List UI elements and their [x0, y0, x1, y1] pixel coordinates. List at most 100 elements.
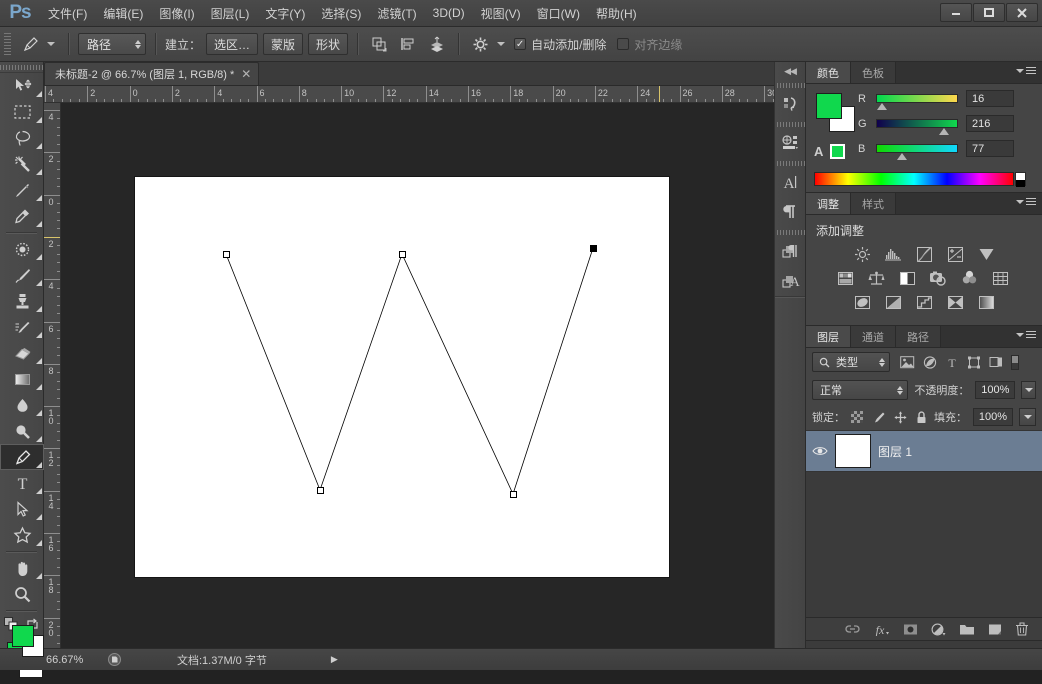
tool-flyout-triangle-icon[interactable]: [36, 91, 42, 97]
tool-flyout-triangle-icon[interactable]: [36, 410, 42, 416]
vertical-ruler[interactable]: 42024681012141618202224: [44, 103, 61, 648]
tool-flyout-triangle-icon[interactable]: [36, 540, 42, 546]
close-button[interactable]: [1006, 3, 1038, 22]
clone-stamp-tool[interactable]: [0, 288, 44, 314]
eyedropper-tool[interactable]: [0, 203, 44, 229]
tool-flyout-triangle-icon[interactable]: [36, 462, 42, 468]
blue-slider[interactable]: [876, 144, 958, 160]
document-tab-close-icon[interactable]: ✕: [241, 67, 251, 81]
layer-name[interactable]: 图层 1: [878, 443, 912, 460]
menu-help[interactable]: 帮助(H): [588, 1, 645, 26]
new-group-icon[interactable]: [959, 623, 975, 636]
tab-adjustments[interactable]: 调整: [806, 193, 851, 214]
tab-color[interactable]: 颜色: [806, 62, 851, 83]
status-expand-arrow-icon[interactable]: ▶: [331, 654, 338, 665]
dock-grip[interactable]: [775, 158, 805, 167]
path-anchor-point-selected[interactable]: [589, 244, 597, 252]
tool-flyout-triangle-icon[interactable]: [36, 280, 42, 286]
posterize-icon[interactable]: [883, 293, 903, 311]
white-black-swatch[interactable]: [1015, 172, 1026, 187]
path-anchor-point[interactable]: [398, 250, 406, 258]
dock-grip[interactable]: [775, 227, 805, 236]
tool-flyout-triangle-icon[interactable]: [36, 221, 42, 227]
auto-add-delete-checkbox[interactable]: ✓: [514, 38, 527, 50]
layer-row[interactable]: 图层 1: [806, 430, 1042, 472]
zoom-level[interactable]: 66.67%: [46, 654, 98, 666]
character-icon[interactable]: A: [775, 167, 807, 197]
brush-tool[interactable]: [0, 262, 44, 288]
path-anchor-point[interactable]: [509, 490, 517, 498]
link-layers-icon[interactable]: [845, 623, 860, 635]
spot-healing-tool[interactable]: [0, 236, 44, 262]
tool-flyout-triangle-icon[interactable]: [36, 195, 42, 201]
menu-3d[interactable]: 3D(D): [425, 2, 473, 24]
layer-visibility-icon[interactable]: [812, 445, 828, 457]
red-slider[interactable]: [876, 94, 958, 110]
path-arrange-icon[interactable]: [425, 33, 449, 55]
document-tab[interactable]: 未标题-2 @ 66.7% (图层 1, RGB/8) * ✕: [44, 62, 260, 85]
new-layer-icon[interactable]: [988, 623, 1002, 636]
maximize-button[interactable]: [973, 3, 1005, 22]
status-foreground-swatch[interactable]: [12, 625, 34, 647]
menu-layer[interactable]: 图层(L): [203, 1, 258, 26]
align-edges-option[interactable]: 对齐边缘: [617, 36, 682, 53]
photo-filter-icon[interactable]: [928, 269, 948, 287]
menu-file[interactable]: 文件(F): [40, 1, 95, 26]
tool-flyout-triangle-icon[interactable]: [36, 514, 42, 520]
filter-toggle-icon[interactable]: [1011, 354, 1019, 370]
tool-flyout-triangle-icon[interactable]: [36, 488, 42, 494]
exposure-icon[interactable]: [945, 245, 965, 263]
blue-value[interactable]: 77: [966, 140, 1014, 157]
color-spectrum-ramp[interactable]: [814, 172, 1014, 186]
menu-type[interactable]: 文字(Y): [257, 1, 313, 26]
dodge-tool[interactable]: [0, 418, 44, 444]
history-icon[interactable]: [775, 89, 807, 119]
tool-preset-chevron-down-icon[interactable]: [47, 42, 55, 46]
tool-flyout-triangle-icon[interactable]: [36, 169, 42, 175]
delete-layer-icon[interactable]: [1015, 622, 1029, 636]
canvas-area[interactable]: [61, 103, 774, 648]
magic-wand-tool[interactable]: [0, 151, 44, 177]
blur-tool[interactable]: [0, 392, 44, 418]
menu-image[interactable]: 图像(I): [151, 1, 202, 26]
color-lookup-icon[interactable]: [990, 269, 1010, 287]
eraser-tool[interactable]: [0, 340, 44, 366]
paragraph-styles-icon[interactable]: A: [775, 266, 807, 296]
tab-layers[interactable]: 图层: [806, 326, 851, 347]
tool-flyout-triangle-icon[interactable]: [36, 384, 42, 390]
new-adjustment-layer-icon[interactable]: [931, 623, 946, 636]
horizontal-ruler[interactable]: 42024681012141618202224262830: [44, 86, 774, 103]
history-brush-tool[interactable]: [0, 314, 44, 340]
artboard[interactable]: [135, 177, 669, 577]
lock-image-icon[interactable]: [872, 411, 885, 424]
invert-icon[interactable]: [852, 293, 872, 311]
gradient-map-icon[interactable]: [976, 293, 996, 311]
tab-styles[interactable]: 样式: [851, 193, 896, 214]
gradient-tool[interactable]: [0, 366, 44, 392]
type-tool[interactable]: T: [0, 470, 44, 496]
tool-flyout-triangle-icon[interactable]: [36, 573, 42, 579]
fill-slider-toggle-icon[interactable]: [1019, 408, 1036, 426]
move-tool[interactable]: [0, 73, 44, 99]
menu-view[interactable]: 视图(V): [473, 1, 529, 26]
opacity-value[interactable]: 100%: [975, 381, 1016, 399]
menu-select[interactable]: 选择(S): [313, 1, 369, 26]
make-selection-button[interactable]: 选区…: [206, 33, 259, 55]
hand-tool[interactable]: [0, 555, 44, 581]
adjustments-panel-menu-icon[interactable]: [1016, 198, 1036, 205]
path-mode-spinner-icon[interactable]: [135, 39, 141, 49]
color-panel-menu-icon[interactable]: [1016, 67, 1036, 74]
path-selection-tool[interactable]: [0, 496, 44, 522]
mini-bridge-icon[interactable]: [775, 128, 807, 158]
tool-flyout-triangle-icon[interactable]: [36, 436, 42, 442]
black-white-icon[interactable]: [897, 269, 917, 287]
lock-position-icon[interactable]: [894, 411, 907, 424]
marquee-tool[interactable]: [0, 99, 44, 125]
crop-tool[interactable]: [0, 177, 44, 203]
character-styles-icon[interactable]: [775, 236, 807, 266]
levels-icon[interactable]: [883, 245, 903, 263]
curves-icon[interactable]: [914, 245, 934, 263]
red-value[interactable]: 16: [966, 90, 1014, 107]
layers-panel-menu-icon[interactable]: [1016, 331, 1036, 338]
add-layer-mask-icon[interactable]: [903, 623, 918, 636]
